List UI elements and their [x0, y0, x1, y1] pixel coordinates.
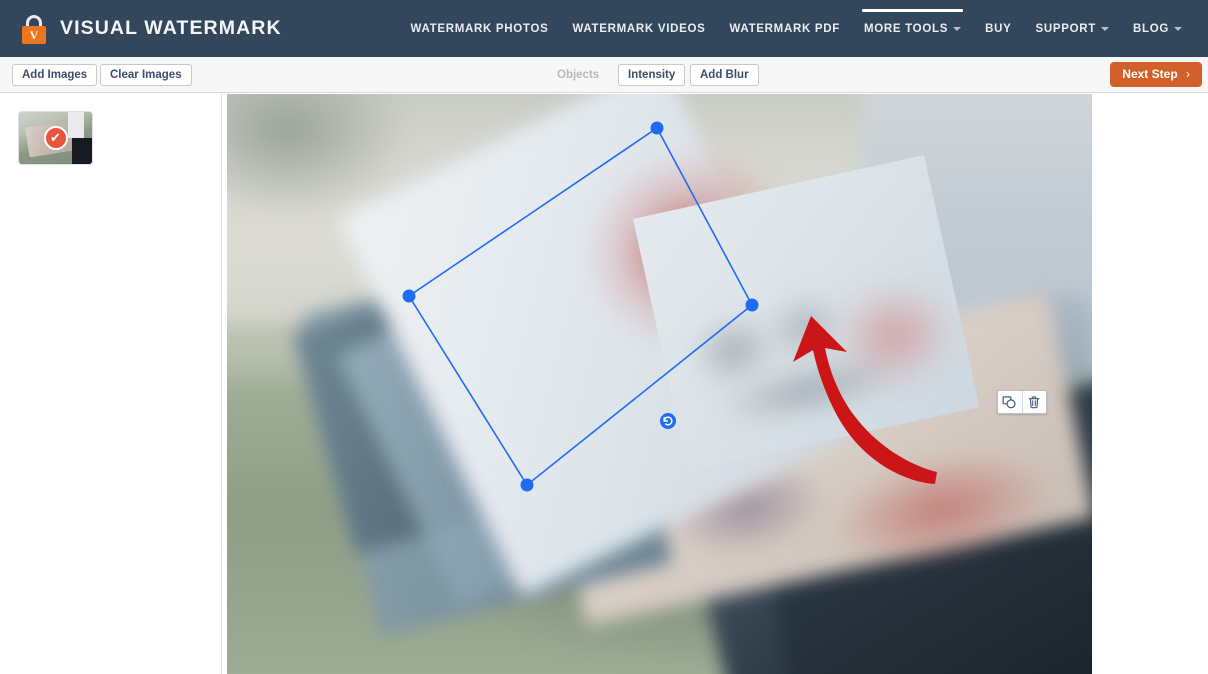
nav-label: BLOG [1132, 22, 1169, 35]
intensity-button[interactable]: Intensity [618, 64, 686, 86]
nav-label: WATERMARK PDF [729, 22, 840, 35]
nav-item-blog[interactable]: BLOG [1121, 0, 1194, 57]
image-canvas[interactable] [227, 94, 1092, 674]
main-nav: WATERMARK PHOTOS WATERMARK VIDEOS WATERM… [399, 0, 1194, 57]
chevron-down-icon [1174, 26, 1182, 31]
add-images-button[interactable]: Add Images [12, 64, 98, 86]
padlock-icon: V [19, 13, 49, 45]
nav-item-more-tools[interactable]: MORE TOOLS [852, 0, 973, 57]
duplicate-object-button[interactable] [998, 391, 1022, 413]
check-circle-icon: ✔ [43, 126, 68, 150]
chevron-down-icon [953, 26, 962, 31]
editor-toolbar: Add Images Clear Images Objects Intensit… [0, 57, 1208, 93]
nav-item-watermark-photos[interactable]: WATERMARK PHOTOS [399, 0, 561, 57]
padlock-body: V [22, 25, 46, 44]
image-thumbnail-1[interactable]: ✔ [18, 111, 93, 165]
thumbnail-dark-area [72, 138, 92, 164]
trash-icon [1029, 395, 1040, 408]
chevron-right-icon: › [1186, 67, 1190, 81]
nav-item-watermark-pdf[interactable]: WATERMARK PDF [718, 0, 852, 57]
brand-name: VISUAL WATERMARK [60, 17, 282, 39]
delete-object-button[interactable] [1021, 391, 1046, 413]
objects-button[interactable]: Objects [548, 64, 608, 86]
next-step-label: Next Step [1122, 67, 1178, 81]
brand-logo-link[interactable]: V VISUAL WATERMARK [19, 13, 282, 45]
next-step-button[interactable]: Next Step › [1110, 62, 1202, 87]
nav-label: WATERMARK VIDEOS [572, 22, 706, 35]
duplicate-icon [1003, 395, 1017, 408]
object-action-toolbar [997, 390, 1047, 414]
nav-item-watermark-videos[interactable]: WATERMARK VIDEOS [560, 0, 717, 57]
nav-item-buy[interactable]: BUY [973, 0, 1023, 57]
add-blur-button[interactable]: Add Blur [690, 64, 759, 86]
nav-label: WATERMARK PHOTOS [410, 22, 549, 35]
photo-layer-shadow [227, 94, 407, 214]
nav-label: BUY [985, 22, 1012, 35]
nav-item-support[interactable]: SUPPORT [1023, 0, 1121, 57]
chevron-down-icon [1100, 26, 1109, 31]
nav-label: SUPPORT [1035, 22, 1096, 35]
clear-images-button[interactable]: Clear Images [100, 64, 192, 86]
top-navigation-bar: V VISUAL WATERMARK WATERMARK PHOTOS WATE… [0, 0, 1208, 57]
nav-label: MORE TOOLS [863, 22, 949, 35]
thumbnail-light-area [68, 112, 84, 138]
image-list-sidebar: ✔ [0, 94, 222, 674]
